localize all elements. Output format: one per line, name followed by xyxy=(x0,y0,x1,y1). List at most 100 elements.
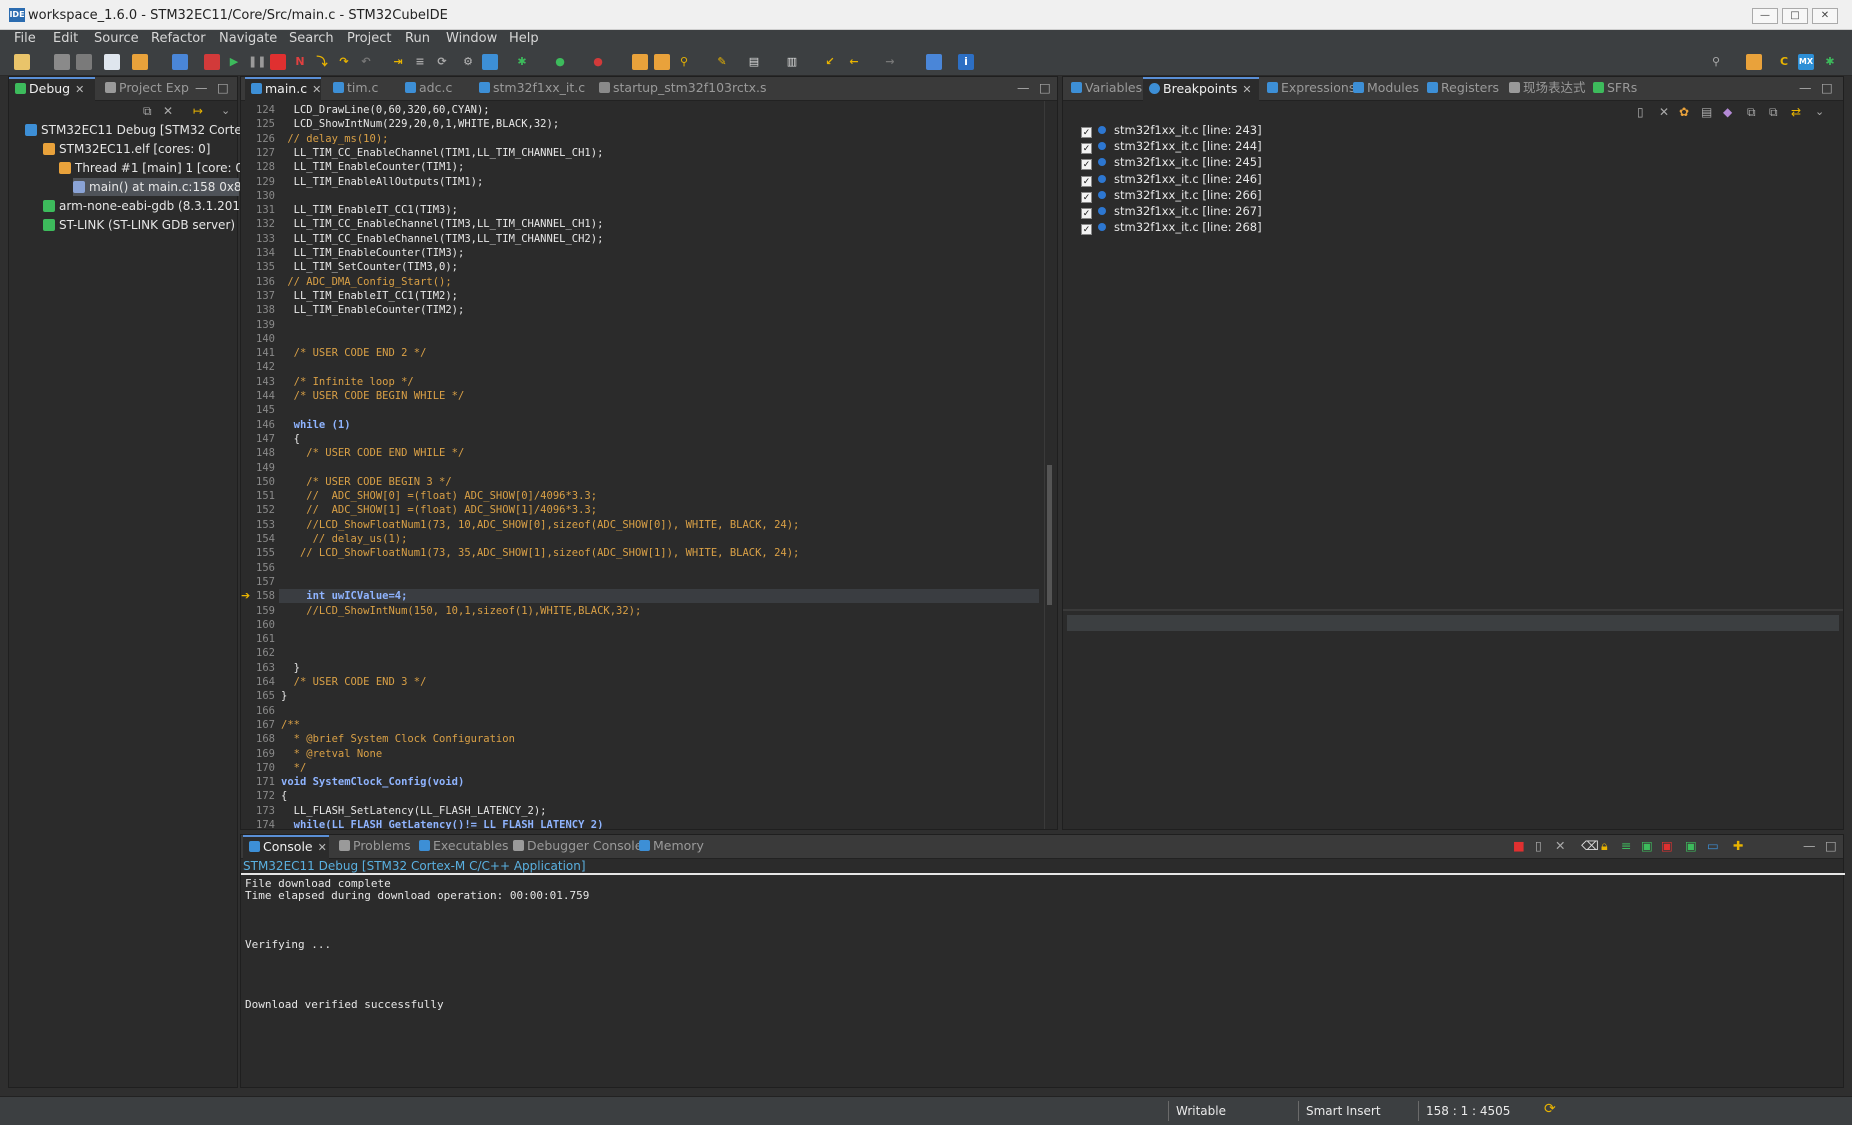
show-supported-breakpoints-icon[interactable]: ✿ xyxy=(1679,105,1689,119)
tree-gdb[interactable]: arm-none-eabi-gdb (8.3.1.2019 xyxy=(43,197,248,215)
view-menu-icon[interactable]: ⌄ xyxy=(1815,105,1824,118)
code-line[interactable]: LL_TIM_EnableAllOutputs(TIM1); xyxy=(281,175,484,189)
code-line[interactable]: LL_TIM_CC_EnableChannel(TIM3,LL_TIM_CHAN… xyxy=(281,232,604,246)
minimize-view-icon[interactable]: — xyxy=(195,77,208,101)
console-output[interactable]: File download complete Time elapsed durin… xyxy=(241,877,1841,1087)
code-line[interactable]: * @brief System Clock Configuration xyxy=(281,732,515,746)
menu-project[interactable]: Project xyxy=(347,31,391,46)
code-line[interactable]: /* Infinite loop */ xyxy=(281,375,414,389)
save-all-icon[interactable] xyxy=(76,54,92,70)
close-button[interactable]: ✕ xyxy=(1812,8,1838,24)
code-line[interactable]: * @retval None xyxy=(281,747,383,761)
code-line[interactable]: while (1) xyxy=(281,418,351,432)
menu-source[interactable]: Source xyxy=(94,31,139,46)
tab-console[interactable]: Console ✕ xyxy=(243,835,329,859)
step-return-icon[interactable]: ↶ xyxy=(358,54,374,70)
tab-main-c[interactable]: main.c ✕ xyxy=(245,77,321,101)
tab-project-explorer[interactable]: Project Exp xyxy=(99,77,189,101)
search-icon[interactable]: ⚲ xyxy=(676,54,692,70)
menu-window[interactable]: Window xyxy=(446,31,497,46)
breakpoint-item[interactable]: ✓ stm32f1xx_it.c [line: 268] xyxy=(1081,218,1262,236)
show-on-output-icon[interactable]: ▣ xyxy=(1641,835,1653,859)
open-type-icon[interactable] xyxy=(654,54,670,70)
tree-stack-frame[interactable]: main() at main.c:158 0x80 xyxy=(73,178,249,196)
code-line[interactable]: { xyxy=(281,432,300,446)
code-line[interactable]: /* USER CODE BEGIN WHILE */ xyxy=(281,389,465,403)
instruction-step-icon[interactable]: ⇥ xyxy=(390,54,406,70)
maximize-view-icon[interactable]: □ xyxy=(217,77,229,101)
open-folder-icon[interactable] xyxy=(632,54,648,70)
go-to-file-icon[interactable]: ▤ xyxy=(1701,105,1712,119)
collapse-all-icon[interactable]: ⧉ xyxy=(143,104,152,119)
menu-help[interactable]: Help xyxy=(509,31,539,46)
code-line[interactable]: LL_TIM_EnableCounter(TIM2); xyxy=(281,303,465,317)
tab-debug[interactable]: Debug ✕ xyxy=(9,77,95,101)
tree-elf-process[interactable]: STM32EC11.elf [cores: 0] xyxy=(43,140,210,158)
breakpoint-checkbox[interactable]: ✓ xyxy=(1081,224,1092,236)
disconnect-icon[interactable]: N xyxy=(292,54,308,70)
highlight-icon[interactable]: ✎ xyxy=(714,54,730,70)
tab-sfrs[interactable]: SFRs xyxy=(1587,77,1637,101)
expand-all-icon[interactable]: ⧉ xyxy=(1747,105,1756,120)
skip-breakpoints-icon[interactable] xyxy=(172,54,188,70)
code-line[interactable]: // ADC_DMA_Config_Start(); xyxy=(281,275,451,289)
tab-variables[interactable]: Variables xyxy=(1065,77,1142,101)
forward-icon[interactable]: → xyxy=(882,54,898,70)
debug-perspective-icon[interactable]: ✱ xyxy=(1822,54,1838,70)
code-line[interactable]: LL_TIM_CC_EnableChannel(TIM1,LL_TIM_CHAN… xyxy=(281,146,604,160)
tab-tim-c[interactable]: tim.c xyxy=(327,77,378,101)
annotation-icon[interactable]: ▤ xyxy=(746,54,762,70)
tab-adc-c[interactable]: adc.c xyxy=(399,77,452,101)
display-selected-console-icon[interactable]: ▭ xyxy=(1707,835,1719,859)
terminate-relaunch-icon[interactable] xyxy=(204,54,220,70)
run-icon[interactable]: ● xyxy=(552,54,568,70)
remove-all-terminated-icon[interactable]: ✕ xyxy=(1555,835,1565,859)
code-line[interactable]: //LCD_ShowIntNum(150, 10,1,sizeof(1),WHI… xyxy=(281,604,641,618)
code-line[interactable]: /* USER CODE END 3 */ xyxy=(281,675,427,689)
code-line[interactable]: LL_TIM_EnableIT_CC1(TIM2); xyxy=(281,289,458,303)
maximize-view-icon[interactable]: □ xyxy=(1039,77,1051,101)
open-console-icon[interactable]: ✚ xyxy=(1733,835,1743,859)
editor-scroll-thumb[interactable] xyxy=(1047,465,1052,605)
restart-icon[interactable]: ⟳ xyxy=(434,54,450,70)
pin-console-icon[interactable]: ▣ xyxy=(1685,835,1697,859)
menu-file[interactable]: File xyxy=(14,31,36,46)
tab-modules[interactable]: Modules xyxy=(1347,77,1419,101)
tab-debugger-console[interactable]: Debugger Console xyxy=(507,835,642,859)
code-line[interactable]: { xyxy=(281,789,287,803)
tree-stlink[interactable]: ST-LINK (ST-LINK GDB server) xyxy=(43,216,235,234)
menu-edit[interactable]: Edit xyxy=(53,31,78,46)
sync-icon[interactable]: ⟳ xyxy=(1544,1101,1556,1117)
skip-all-breakpoints-icon[interactable]: ◆ xyxy=(1723,105,1732,119)
tab-problems[interactable]: Problems xyxy=(333,835,411,859)
code-line[interactable]: /* USER CODE END 2 */ xyxy=(281,346,427,360)
remove-terminated-icon[interactable]: ✕ xyxy=(163,104,173,118)
code-line[interactable]: */ xyxy=(281,761,307,775)
link-with-debug-view-icon[interactable]: ⇄ xyxy=(1791,105,1801,119)
code-line[interactable]: //LCD_ShowFloatNum1(73, 10,ADC_SHOW[0],s… xyxy=(281,518,799,532)
suspend-icon[interactable]: ❚❚ xyxy=(248,54,266,70)
open-perspective-icon[interactable] xyxy=(1746,54,1762,70)
terminate-icon[interactable]: ■ xyxy=(1513,835,1525,859)
maximize-view-icon[interactable]: □ xyxy=(1821,77,1833,101)
word-wrap-icon[interactable]: ≡ xyxy=(1621,835,1631,859)
scroll-lock-icon[interactable]: 🔒︎ xyxy=(1601,835,1608,859)
minimize-view-icon[interactable]: — xyxy=(1803,835,1816,859)
code-line[interactable]: LCD_DrawLine(0,60,320,60,CYAN); xyxy=(281,103,490,117)
code-line[interactable]: // ADC_SHOW[1] =(float) ADC_SHOW[1]/4096… xyxy=(281,503,597,517)
perspective-icon[interactable] xyxy=(926,54,942,70)
code-line[interactable]: LL_FLASH_SetLatency(LL_FLASH_LATENCY_2); xyxy=(281,804,547,818)
pin-editor-icon[interactable]: ▥ xyxy=(784,54,800,70)
code-line[interactable]: LL_TIM_SetCounter(TIM3,0); xyxy=(281,260,458,274)
terminate-icon[interactable] xyxy=(270,54,286,70)
tab-breakpoints[interactable]: Breakpoints ✕ xyxy=(1143,77,1259,101)
tab-executables[interactable]: Executables xyxy=(413,835,509,859)
menu-refactor[interactable]: Refactor xyxy=(151,31,206,46)
tab-live-expressions[interactable]: 现场表达式 xyxy=(1503,77,1586,101)
document-icon[interactable] xyxy=(104,54,120,70)
code-area[interactable]: 124 LCD_DrawLine(0,60,320,60,CYAN); 125 L… xyxy=(241,101,1041,829)
step-into-icon[interactable]: ⤵ xyxy=(314,54,330,70)
show-on-error-icon[interactable]: ▣ xyxy=(1661,835,1673,859)
new-icon[interactable] xyxy=(14,54,30,70)
maximize-button[interactable]: □ xyxy=(1782,8,1808,24)
